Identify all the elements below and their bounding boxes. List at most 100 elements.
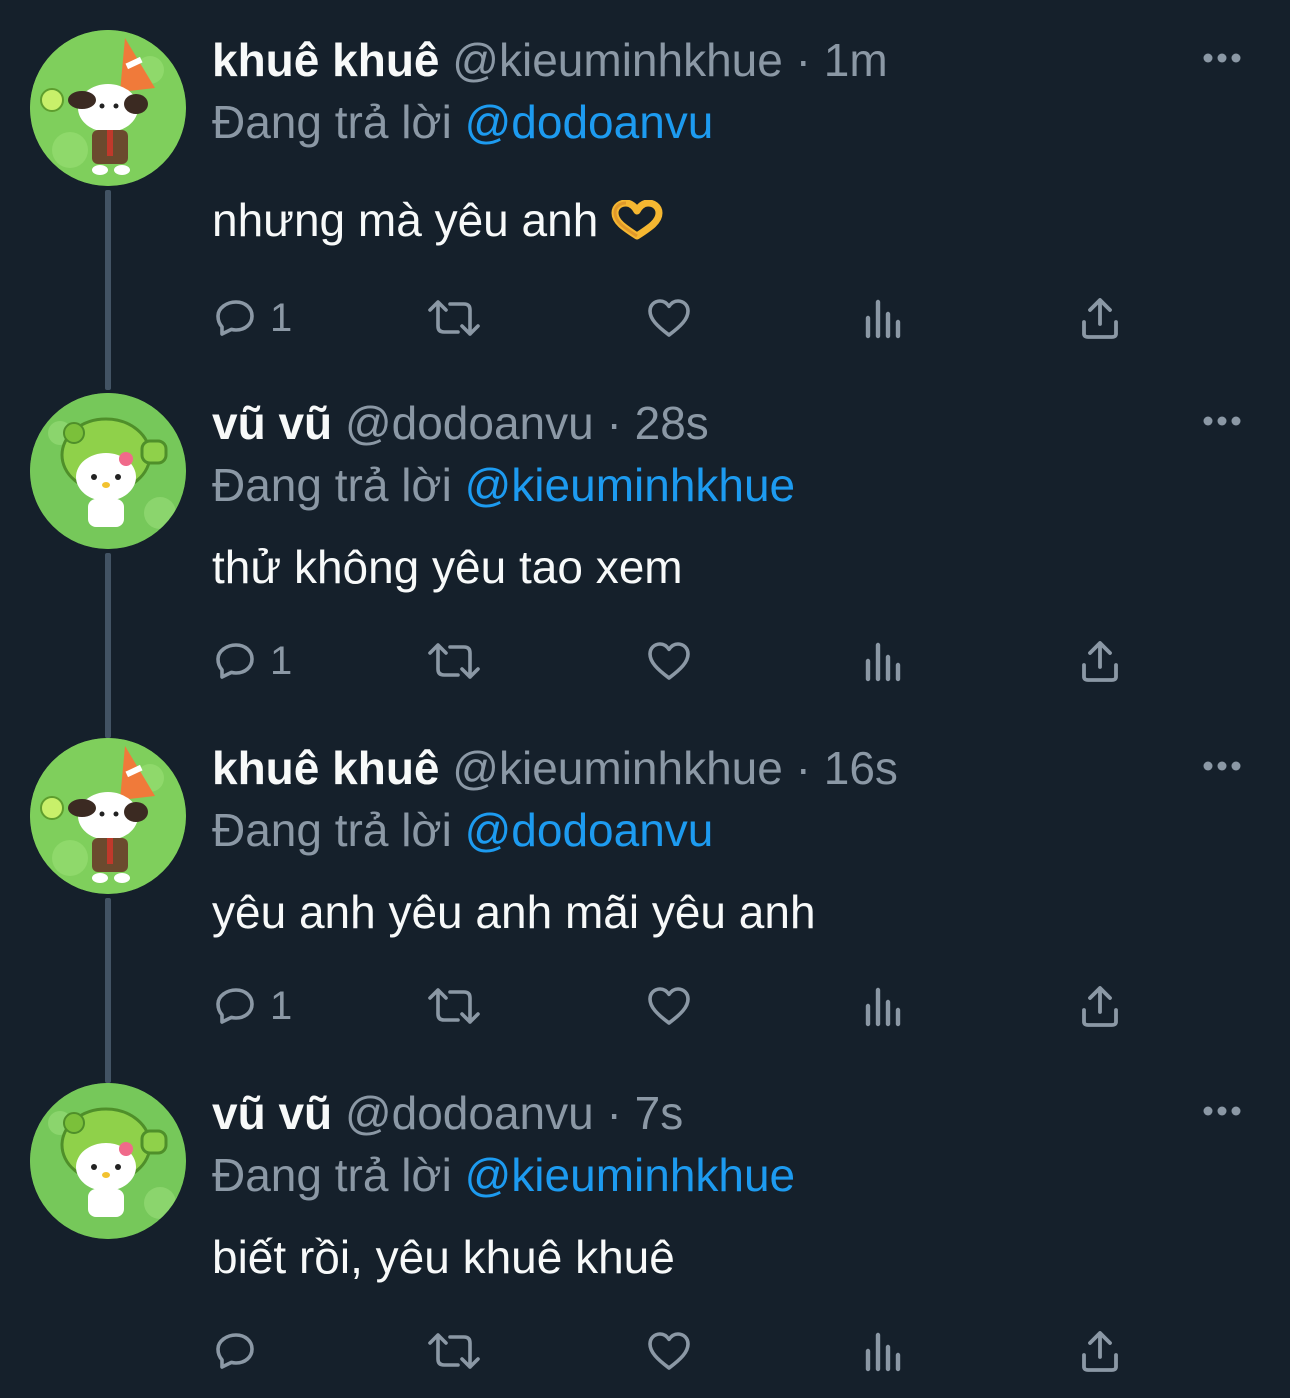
retweet-icon	[428, 643, 480, 679]
more-options-button[interactable]	[1198, 401, 1246, 441]
share-button[interactable]	[1078, 631, 1122, 691]
reply-mention[interactable]: @kieuminhkhue	[465, 1149, 796, 1201]
reply-icon	[216, 1333, 254, 1369]
reply-mention[interactable]: @dodoanvu	[465, 96, 714, 148]
reply-prefix: Đang trả lời	[212, 1149, 452, 1201]
retweet-button[interactable]	[426, 1321, 482, 1381]
analytics-button[interactable]	[862, 288, 906, 348]
reply-prefix: Đang trả lời	[212, 804, 452, 856]
tweet-text: thử không yêu tao xem	[212, 541, 683, 593]
tweet-text: nhưng mà yêu anh	[212, 190, 663, 254]
heart-icon	[648, 1332, 690, 1370]
reply-button[interactable]: 1	[212, 631, 292, 691]
tweet-thread: khuê khuê @kieuminhkhue · 1m Đang trả lờ…	[0, 0, 1290, 1398]
like-button[interactable]	[644, 976, 694, 1036]
more-options-button[interactable]	[1198, 1091, 1246, 1131]
reply-icon	[216, 300, 254, 336]
share-button[interactable]	[1078, 976, 1122, 1036]
reply-button[interactable]: 1	[212, 976, 292, 1036]
tweet-text: yêu anh yêu anh mãi yêu anh	[212, 886, 816, 938]
timestamp[interactable]: 1m	[824, 34, 888, 86]
share-icon	[1082, 641, 1118, 682]
reply-count: 1	[270, 638, 293, 683]
separator: ·	[795, 34, 811, 86]
handle[interactable]: @dodoanvu	[345, 397, 594, 449]
analytics-icon	[865, 987, 901, 1027]
tweet-header: vũ vũ @dodoanvu · 7s	[212, 1083, 683, 1143]
display-name[interactable]: khuê khuê	[212, 742, 440, 794]
tweet-actions: 1	[212, 631, 1212, 691]
pochacco-avatar-image	[30, 30, 186, 186]
reply-count: 1	[270, 295, 293, 340]
reply-context: Đang trả lời @kieuminhkhue	[212, 1145, 795, 1205]
handle[interactable]: @kieuminhkhue	[452, 34, 783, 86]
timestamp[interactable]: 16s	[824, 742, 898, 794]
reply-button[interactable]: 1	[212, 288, 292, 348]
more-dots-icon	[1203, 761, 1241, 771]
tweet-text: biết rồi, yêu khuê khuê	[212, 1231, 675, 1283]
handle[interactable]: @kieuminhkhue	[452, 742, 783, 794]
retweet-button[interactable]	[426, 976, 482, 1036]
share-icon	[1082, 298, 1118, 339]
like-button[interactable]	[644, 1321, 694, 1381]
thread-connector	[105, 553, 111, 738]
like-button[interactable]	[644, 631, 694, 691]
tweet-header: khuê khuê @kieuminhkhue · 1m	[212, 30, 888, 90]
share-button[interactable]	[1078, 1321, 1122, 1381]
more-options-button[interactable]	[1198, 38, 1246, 78]
avatar[interactable]	[30, 1083, 186, 1239]
avatar[interactable]	[30, 30, 186, 186]
analytics-icon	[865, 642, 901, 682]
reply-icon	[216, 643, 254, 679]
avatar[interactable]	[30, 393, 186, 549]
separator: ·	[795, 742, 811, 794]
tweet[interactable]: vũ vũ @dodoanvu · 7s Đang trả lời @kieum…	[0, 1083, 1290, 1398]
reply-count: 1	[270, 983, 293, 1028]
display-name[interactable]: khuê khuê	[212, 34, 440, 86]
heart-hands-emoji	[611, 194, 663, 254]
display-name[interactable]: vũ vũ	[212, 1087, 332, 1139]
share-icon	[1082, 1331, 1118, 1372]
hello-kitty-avatar-image	[30, 1083, 186, 1239]
analytics-button[interactable]	[862, 631, 906, 691]
retweet-button[interactable]	[426, 631, 482, 691]
more-dots-icon	[1203, 1106, 1241, 1116]
more-options-button[interactable]	[1198, 746, 1246, 786]
tweet[interactable]: khuê khuê @kieuminhkhue · 16s Đang trả l…	[0, 738, 1290, 1083]
share-button[interactable]	[1078, 288, 1122, 348]
tweet[interactable]: khuê khuê @kieuminhkhue · 1m Đang trả lờ…	[0, 30, 1290, 390]
pochacco-avatar-image	[30, 738, 186, 894]
tweet-actions: 1	[212, 976, 1212, 1036]
tweet-actions	[212, 1321, 1212, 1381]
heart-icon	[648, 642, 690, 680]
display-name[interactable]: vũ vũ	[212, 397, 332, 449]
analytics-icon	[865, 299, 901, 339]
reply-mention[interactable]: @dodoanvu	[465, 804, 714, 856]
tweet[interactable]: vũ vũ @dodoanvu · 28s Đang trả lời @kieu…	[0, 393, 1290, 738]
reply-prefix: Đang trả lời	[212, 96, 452, 148]
tweet-header: khuê khuê @kieuminhkhue · 16s	[212, 738, 898, 798]
analytics-icon	[865, 1332, 901, 1372]
reply-prefix: Đang trả lời	[212, 459, 452, 511]
analytics-button[interactable]	[862, 976, 906, 1036]
like-button[interactable]	[644, 288, 694, 348]
retweet-button[interactable]	[426, 288, 482, 348]
reply-context: Đang trả lời @kieuminhkhue	[212, 455, 795, 515]
timestamp[interactable]: 7s	[635, 1087, 684, 1139]
tweet-actions: 1	[212, 288, 1212, 348]
thread-connector	[105, 190, 111, 390]
more-dots-icon	[1203, 416, 1241, 426]
reply-mention[interactable]: @kieuminhkhue	[465, 459, 796, 511]
timestamp[interactable]: 28s	[635, 397, 709, 449]
reply-context: Đang trả lời @dodoanvu	[212, 92, 713, 152]
avatar[interactable]	[30, 738, 186, 894]
analytics-button[interactable]	[862, 1321, 906, 1381]
handle[interactable]: @dodoanvu	[345, 1087, 594, 1139]
heart-icon	[648, 299, 690, 337]
retweet-icon	[428, 1333, 480, 1369]
tweet-header: vũ vũ @dodoanvu · 28s	[212, 393, 709, 453]
heart-icon	[648, 987, 690, 1025]
reply-icon	[216, 988, 254, 1024]
reply-button[interactable]	[212, 1321, 270, 1381]
share-icon	[1082, 986, 1118, 1027]
